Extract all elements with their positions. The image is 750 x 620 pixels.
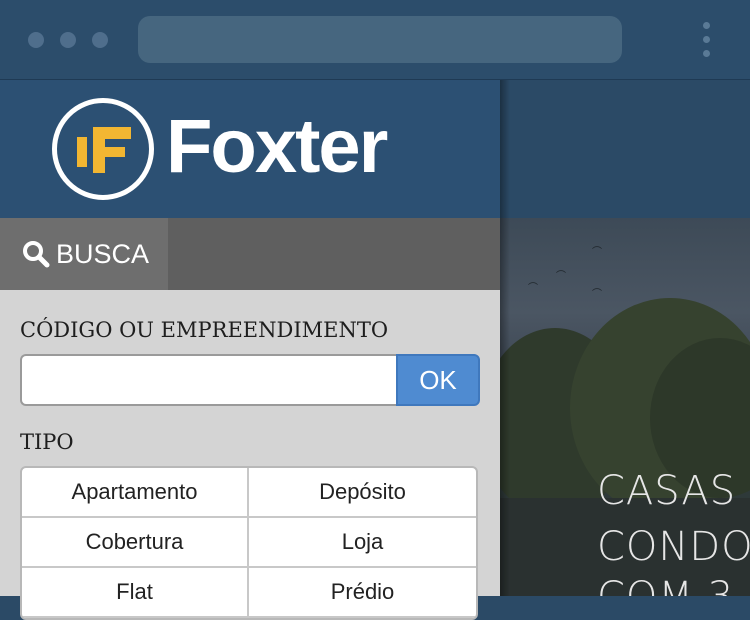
- hero-text-line: CONDO: [597, 524, 750, 570]
- logo-emblem-icon: [77, 127, 131, 173]
- foxter-logo-mark[interactable]: [52, 98, 154, 200]
- window-control-dot[interactable]: [28, 32, 44, 48]
- brand-wordmark[interactable]: Foxter: [166, 102, 388, 192]
- window-control-dot[interactable]: [60, 32, 76, 48]
- hero-banner[interactable]: ⌒ ⌒ ⌒ ⌒ CASAS CONDO COM 3: [500, 218, 750, 596]
- tipo-option[interactable]: Flat: [22, 568, 249, 618]
- panel-shadow: [500, 80, 510, 596]
- browser-toolbar: [0, 0, 750, 80]
- tipo-option[interactable]: Prédio: [249, 568, 476, 618]
- ok-button[interactable]: OK: [396, 354, 480, 406]
- tipo-label: TIPO: [20, 430, 74, 454]
- search-icon: [23, 241, 50, 268]
- logo-header: Foxter: [0, 80, 500, 218]
- kebab-icon[interactable]: [700, 22, 712, 60]
- bird-shape: ⌒: [528, 283, 538, 294]
- bird-shape: ⌒: [556, 271, 566, 282]
- tipo-option[interactable]: Apartamento: [22, 468, 249, 518]
- tab-busca-label: BUSCA: [56, 238, 150, 269]
- search-tab-strip: BUSCA: [0, 218, 500, 290]
- tipo-options-grid: Apartamento Depósito Cobertura Loja Flat…: [20, 466, 478, 620]
- window-control-dot[interactable]: [92, 32, 108, 48]
- tab-busca[interactable]: BUSCA: [0, 218, 168, 290]
- tipo-option[interactable]: Loja: [249, 518, 476, 568]
- address-bar[interactable]: [138, 16, 622, 63]
- tipo-option[interactable]: Depósito: [249, 468, 476, 518]
- hero-text-line: COM 3: [597, 574, 734, 596]
- tipo-option[interactable]: Cobertura: [22, 518, 249, 568]
- code-label: CÓDIGO OU EMPREENDIMENTO: [20, 318, 389, 342]
- bird-shape: ⌒: [592, 247, 602, 258]
- bird-shape: ⌒: [592, 289, 602, 300]
- hero-text-line: CASAS: [597, 468, 737, 514]
- header-band-right: [500, 80, 750, 218]
- code-input[interactable]: [20, 354, 396, 406]
- search-form: CÓDIGO OU EMPREENDIMENTO OK TIPO Apartam…: [0, 290, 500, 620]
